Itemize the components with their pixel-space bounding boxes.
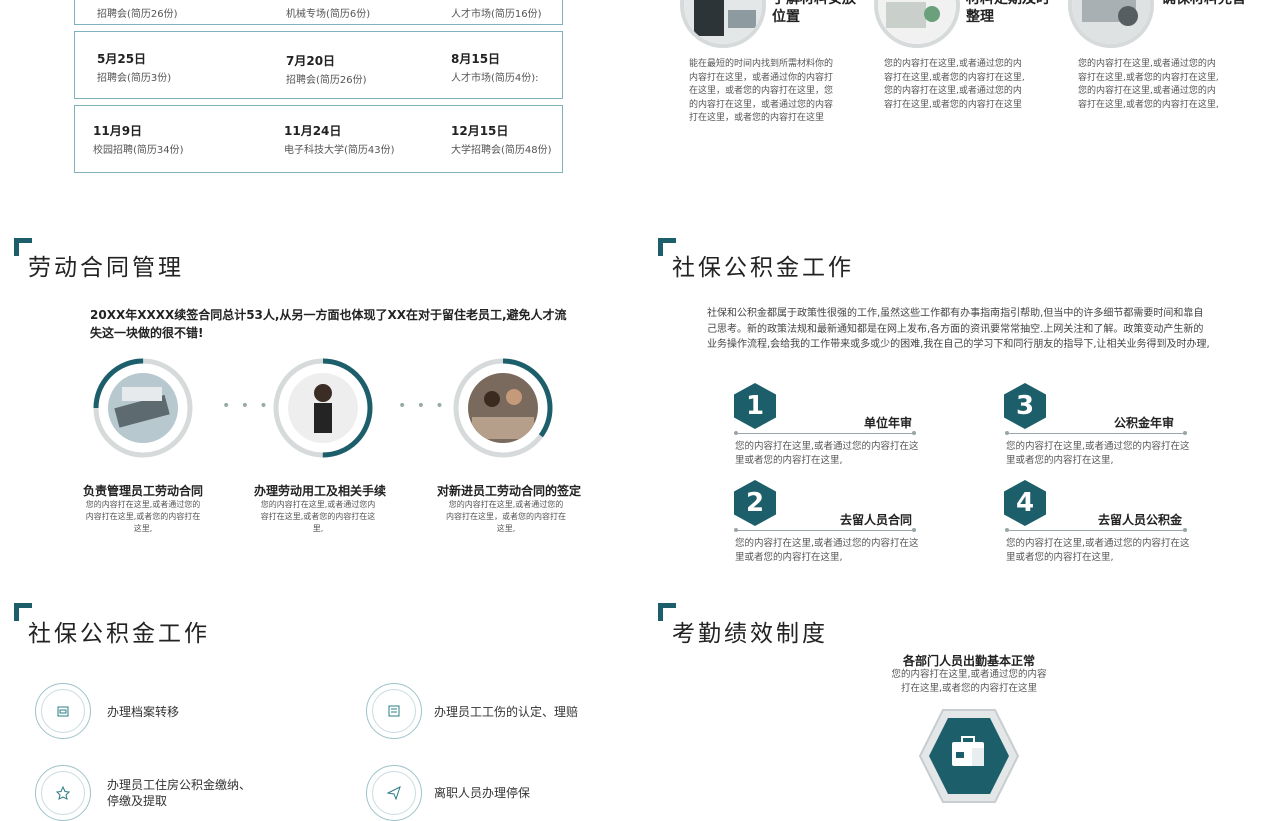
star-icon	[56, 786, 70, 800]
labor-item-title: 对新进员工劳动合同的签定	[436, 484, 581, 498]
number-hex-2: 2	[734, 480, 776, 526]
labor-ring-2	[273, 358, 373, 458]
hex-divider	[1005, 431, 1187, 435]
hex-item-label: 去留人员公积金	[1097, 513, 1182, 527]
separator-dots: • • •	[222, 398, 271, 414]
list-icon-circle	[366, 765, 422, 821]
attendance-item-title: 各部门人员出勤基本正常	[902, 654, 1035, 668]
number-hex-3: 3	[1004, 383, 1046, 429]
social2-section-title: 社保公积金工作	[28, 621, 210, 647]
social-intro: 社保和公积金都属于政策性很强的工作,虽然这些工作都有办事指南指引帮助,但当中的许…	[707, 308, 1210, 350]
hex-item-desc: 您的内容打在这里,或者通过您的内容打在这里或者您的内容打在这里,	[1006, 538, 1190, 563]
material-photo-1	[680, 0, 766, 48]
labor-item-desc: 您的内容打在这里,或者通过您的内容打在这里，或者您的内容打在这里,	[446, 500, 566, 533]
document-icon	[388, 705, 400, 717]
recruit-cell: 5月25日 招聘会(简历3份)	[97, 50, 171, 84]
labor-photo-3	[468, 373, 538, 443]
recruit-desc: 招聘会(简历26份)	[97, 9, 178, 20]
material-photo-2	[874, 0, 960, 48]
recruit-box-3: 11月9日 校园招聘(简历34份) 11月24日 电子科技大学(简历43份) 1…	[74, 105, 563, 173]
list-item-text: 离职人员办理停保	[434, 786, 531, 800]
material-photo-3	[1068, 0, 1154, 48]
recruit-date: 7月20日	[286, 54, 336, 68]
labor-photo-1	[108, 373, 178, 443]
hex-item-label: 单位年审	[863, 416, 912, 430]
briefcase-hex-badge	[918, 709, 1020, 803]
labor-item-desc: 您的内容打在这里,或者通过您的内容打在这里,或者您的内容打在这里,	[85, 500, 201, 533]
labor-photo-2	[288, 373, 358, 443]
recruit-cell: 招聘会(简历26份)	[97, 3, 178, 20]
hex-item-desc: 您的内容打在这里,或者通过您的内容打在这里或者您的内容打在这里,	[735, 441, 919, 466]
hex-item-label: 去留人员合同	[839, 513, 912, 527]
recruit-desc: 机械专场(简历6份)	[286, 9, 371, 20]
material-desc-3: 您的内容打在这里,或者通过您的内容打在这里,或者您的内容打在这里,您的内容打在这…	[1078, 59, 1219, 110]
hex-item-desc: 您的内容打在这里,或者通过您的内容打在这里或者您的内容打在这里,	[1006, 441, 1190, 466]
recruit-box-1: 招聘会(简历26份) 机械专场(简历6份) 人才市场(简历16份)	[74, 0, 563, 25]
material-title-1: 了解材料安放 位置	[772, 0, 856, 25]
material-title-2: 材料定期及时 整理	[966, 0, 1050, 25]
social-section-title: 社保公积金工作	[672, 255, 854, 281]
list-icon-circle	[35, 765, 91, 821]
recruit-cell: 机械专场(简历6份)	[286, 3, 370, 20]
recruit-desc: 校园招聘(简历34份)	[93, 145, 184, 156]
hex-divider	[734, 431, 916, 435]
labor-intro: 20XX年XXXX续签合同总计53人,从另一方面也体现了XX在对于留住老员工,避…	[90, 308, 567, 340]
recruit-cell: 11月9日 校园招聘(简历34份)	[93, 122, 184, 156]
labor-ring-3	[453, 358, 553, 458]
archive-icon	[57, 706, 69, 717]
number-hex-1: 1	[734, 383, 776, 429]
material-desc-2: 您的内容打在这里,或者通过您的内容打在这里,或者您的内容打在这里,您的内容打在这…	[884, 59, 1025, 110]
list-icon-circle	[366, 683, 422, 739]
recruit-cell: 7月20日 招聘会(简历26份)	[286, 52, 367, 86]
recruit-cell: 12月15日 大学招聘会(简历48份)	[451, 122, 552, 156]
recruit-desc: 大学招聘会(简历48份)	[451, 145, 552, 156]
recruit-desc: 人才市场(简历16份)	[451, 9, 542, 20]
recruit-desc: 招聘会(简历3份)	[97, 73, 172, 84]
list-item-text: 办理员工工伤的认定、理赔	[434, 705, 579, 719]
recruit-date: 5月25日	[97, 52, 147, 66]
list-icon-circle	[35, 683, 91, 739]
recruit-date: 12月15日	[451, 124, 509, 138]
recruit-cell: 8月15日 人才市场(简历4份):	[451, 50, 539, 84]
recruit-cell: 11月24日 电子科技大学(简历43份)	[284, 122, 395, 156]
recruit-date: 11月9日	[93, 124, 143, 138]
list-item-text: 办理员工住房公积金缴纳、 停缴及提取	[107, 778, 252, 808]
material-title-3: 确保材料完善	[1162, 0, 1246, 8]
hex-divider	[734, 528, 916, 532]
recruit-date: 11月24日	[284, 124, 342, 138]
recruit-desc: 招聘会(简历26份)	[286, 75, 367, 86]
separator-dots: • • •	[398, 398, 447, 414]
recruit-desc: 人才市场(简历4份):	[451, 73, 539, 84]
list-item-text: 办理档案转移	[107, 705, 180, 719]
hex-item-desc: 您的内容打在这里,或者通过您的内容打在这里或者您的内容打在这里,	[735, 538, 919, 563]
labor-ring-1	[93, 358, 193, 458]
labor-section-title: 劳动合同管理	[28, 255, 184, 281]
attendance-item-desc: 您的内容打在这里,或者通过您的内容打在这里,或者您的内容打在这里	[891, 669, 1047, 694]
hex-item-label: 公积金年审	[1113, 416, 1174, 430]
hex-divider	[1005, 528, 1187, 532]
number-hex-4: 4	[1004, 480, 1046, 526]
labor-item-desc: 您的内容打在这里,或者通过您内容打在这里,或者您的内容打在这里,	[260, 500, 376, 533]
recruit-desc: 电子科技大学(简历43份)	[284, 145, 395, 156]
labor-item-title: 负责管理员工劳动合同	[82, 484, 203, 498]
labor-item-title: 办理劳动用工及相关手续	[253, 484, 386, 498]
attendance-section-title: 考勤绩效制度	[672, 621, 828, 647]
recruit-box-2: 5月25日 招聘会(简历3份) 7月20日 招聘会(简历26份) 8月15日 人…	[74, 31, 563, 99]
recruit-date: 8月15日	[451, 52, 501, 66]
recruit-cell: 人才市场(简历16份)	[451, 3, 542, 20]
send-icon	[387, 786, 401, 800]
material-desc-1: 能在最短的时间内找到所需材料你的内容打在这里，或者通过你的内容打在这里，或者您的…	[689, 59, 834, 123]
